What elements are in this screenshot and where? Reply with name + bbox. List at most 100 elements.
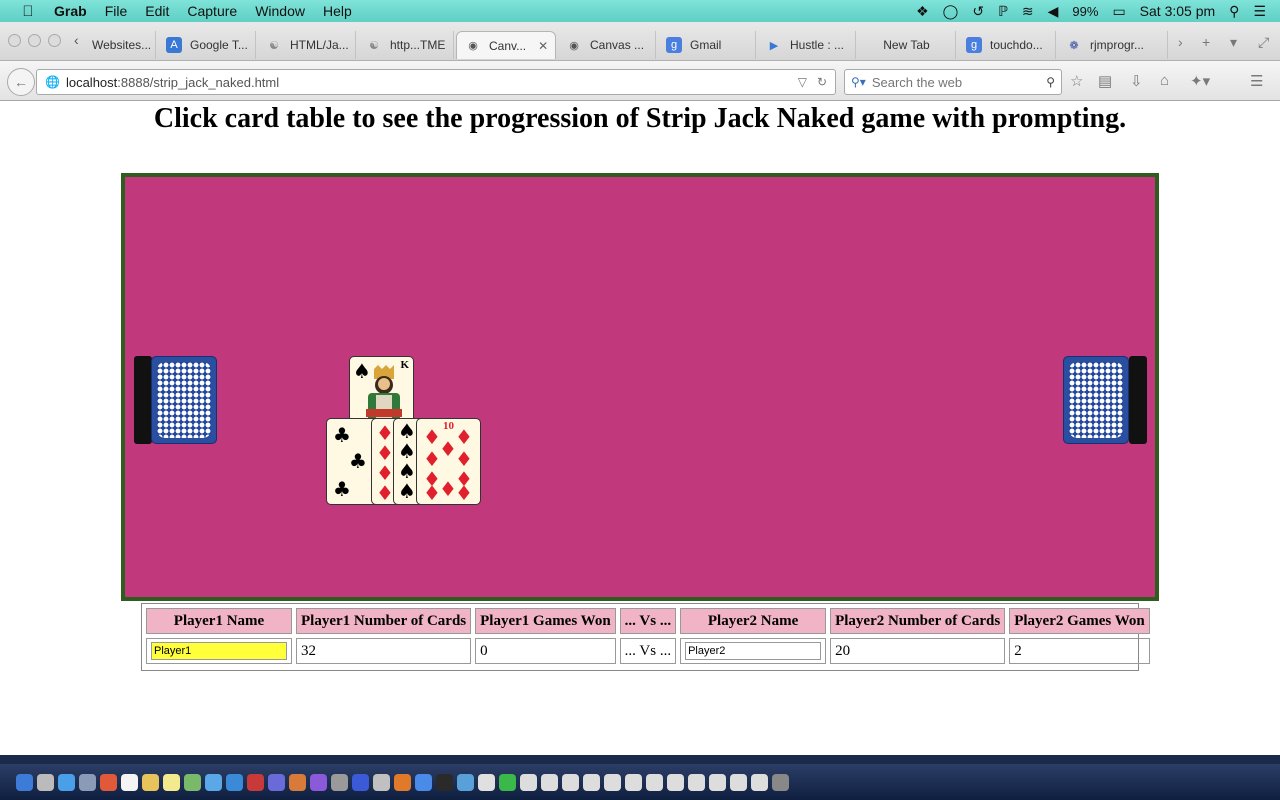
app-icon[interactable] <box>331 774 348 791</box>
menu-file[interactable]: File <box>105 3 128 19</box>
document-icon[interactable] <box>604 774 621 791</box>
spotlight-icon[interactable]: ⚲ <box>1229 3 1239 20</box>
document-icon[interactable] <box>709 774 726 791</box>
player1-cards-value: 32 <box>296 638 472 664</box>
maps-icon[interactable] <box>184 774 201 791</box>
tab-canvas[interactable]: ◉ Canvas ... <box>558 31 656 59</box>
back-button[interactable]: ← <box>7 68 35 96</box>
menu-icon[interactable]: ☰ <box>1250 72 1263 90</box>
system-preferences-icon[interactable] <box>373 774 390 791</box>
dropbox-icon[interactable]: ❖ <box>916 3 929 20</box>
facetime-icon[interactable] <box>226 774 243 791</box>
firefox-icon[interactable] <box>394 774 411 791</box>
fullscreen-icon[interactable]: ⤢ <box>1258 34 1269 51</box>
document-icon[interactable] <box>730 774 747 791</box>
tab-rjmprogramming[interactable]: ❁ rjmprogr... <box>1058 31 1168 59</box>
finder-icon[interactable] <box>16 774 33 791</box>
bookmark-star-icon[interactable]: ☆ <box>1070 72 1083 90</box>
chrome-icon[interactable] <box>499 774 516 791</box>
menu-capture[interactable]: Capture <box>187 3 237 19</box>
terminal-icon[interactable] <box>436 774 453 791</box>
home-icon[interactable]: ⌂ <box>1160 72 1169 89</box>
header-player1-cards: Player1 Number of Cards <box>296 608 472 634</box>
tab-canvas-active[interactable]: ◉ Canv... ✕ <box>456 31 556 59</box>
reading-list-icon[interactable]: ▤ <box>1098 72 1112 90</box>
accessibility-icon[interactable]: ◯ <box>943 3 959 20</box>
notes-icon[interactable] <box>142 774 159 791</box>
document-icon[interactable] <box>646 774 663 791</box>
tab-hustle[interactable]: ▶ Hustle : ... <box>758 31 856 59</box>
contacts-icon[interactable] <box>100 774 117 791</box>
app-store-icon[interactable] <box>352 774 369 791</box>
mail-icon[interactable] <box>79 774 96 791</box>
safari-icon[interactable] <box>58 774 75 791</box>
dock-items <box>16 774 789 791</box>
player1-won-value: 0 <box>475 638 616 664</box>
app-icon[interactable] <box>289 774 306 791</box>
address-bar[interactable]: 🌐 localhost:8888/strip_jack_naked.html ▽… <box>36 69 836 95</box>
battery-icon[interactable]: ▭ <box>1112 3 1125 20</box>
app-icon[interactable] <box>415 774 432 791</box>
extension-icon[interactable]: ✦▾ <box>1190 72 1210 90</box>
card-table[interactable]: ♠ K ♣ ♣ ♣ ♦ ♦ ♦ ♦ ♠ ♠ ♠ ♠ 10 ♦ ♦ ♦ ♦ ♦ ♦… <box>121 173 1159 601</box>
diamond-icon: ♦ <box>376 441 394 465</box>
menu-app-name[interactable]: Grab <box>54 3 87 19</box>
clock[interactable]: Sat 3:05 pm <box>1140 3 1216 19</box>
search-icon[interactable]: ⚲ <box>1046 75 1055 89</box>
zoom-window-icon[interactable] <box>48 34 61 47</box>
document-icon[interactable] <box>667 774 684 791</box>
tab-touchdown[interactable]: g touchdo... <box>958 31 1056 59</box>
menu-edit[interactable]: Edit <box>145 3 169 19</box>
reload-icon[interactable]: ↻ <box>817 75 827 89</box>
messages-icon[interactable] <box>205 774 222 791</box>
downloads-icon[interactable]: ⇩ <box>1130 72 1143 90</box>
search-input[interactable] <box>869 73 1034 91</box>
tab-list-icon[interactable]: ▾ <box>1230 34 1237 51</box>
document-icon[interactable] <box>751 774 768 791</box>
bluetooth-icon[interactable]: ℙ <box>998 3 1008 20</box>
wifi-icon[interactable]: ≋ <box>1022 3 1034 20</box>
apple-menu-icon[interactable]:  <box>18 3 38 20</box>
history-dropdown-icon[interactable]: ▽ <box>798 75 807 89</box>
calendar-icon[interactable] <box>121 774 138 791</box>
tabs-scroll-left-icon[interactable]: ‹ <box>74 32 79 48</box>
notification-center-icon[interactable]: ☰ <box>1253 3 1266 20</box>
app-icon[interactable] <box>457 774 474 791</box>
document-icon[interactable] <box>583 774 600 791</box>
document-icon[interactable] <box>625 774 642 791</box>
document-icon[interactable] <box>688 774 705 791</box>
tab-http-time[interactable]: ☯ http...TME <box>358 31 454 59</box>
player1-name-input[interactable] <box>151 642 287 660</box>
battery-percent[interactable]: 99% <box>1072 4 1098 19</box>
photo-booth-icon[interactable] <box>247 774 264 791</box>
diamond-icon: ♦ <box>455 481 473 505</box>
minimize-window-icon[interactable] <box>28 34 41 47</box>
menu-help[interactable]: Help <box>323 3 352 19</box>
document-icon[interactable] <box>541 774 558 791</box>
tab-websites[interactable]: Websites... <box>84 31 156 59</box>
time-machine-icon[interactable]: ↺ <box>972 3 984 20</box>
trash-icon[interactable] <box>772 774 789 791</box>
volume-icon[interactable]: ◀ <box>1048 3 1059 20</box>
close-tab-icon[interactable]: ✕ <box>538 39 548 53</box>
new-tab-icon[interactable]: + <box>1202 34 1210 50</box>
document-icon[interactable] <box>562 774 579 791</box>
app-icon[interactable] <box>310 774 327 791</box>
globe-icon: ◉ <box>468 40 478 52</box>
tab-gmail[interactable]: g Gmail <box>658 31 756 59</box>
document-icon[interactable] <box>520 774 537 791</box>
tab-new-tab[interactable]: New Tab <box>858 31 956 59</box>
stickies-icon[interactable] <box>163 774 180 791</box>
tab-html-javascript[interactable]: ☯ HTML/Ja... <box>258 31 356 59</box>
app-icon[interactable] <box>268 774 285 791</box>
player2-name-input[interactable] <box>685 642 822 660</box>
menu-window[interactable]: Window <box>255 3 305 19</box>
url-host: localhost <box>65 74 118 90</box>
tab-google-translate[interactable]: A Google T... <box>158 31 256 59</box>
app-icon[interactable] <box>478 774 495 791</box>
launchpad-icon[interactable] <box>37 774 54 791</box>
search-engine-icon[interactable]: ⚲▾ <box>851 75 866 89</box>
search-box[interactable]: ⚲▾ ⚲ <box>844 69 1062 95</box>
close-window-icon[interactable] <box>8 34 21 47</box>
tabs-scroll-right-icon[interactable]: › <box>1178 34 1183 50</box>
